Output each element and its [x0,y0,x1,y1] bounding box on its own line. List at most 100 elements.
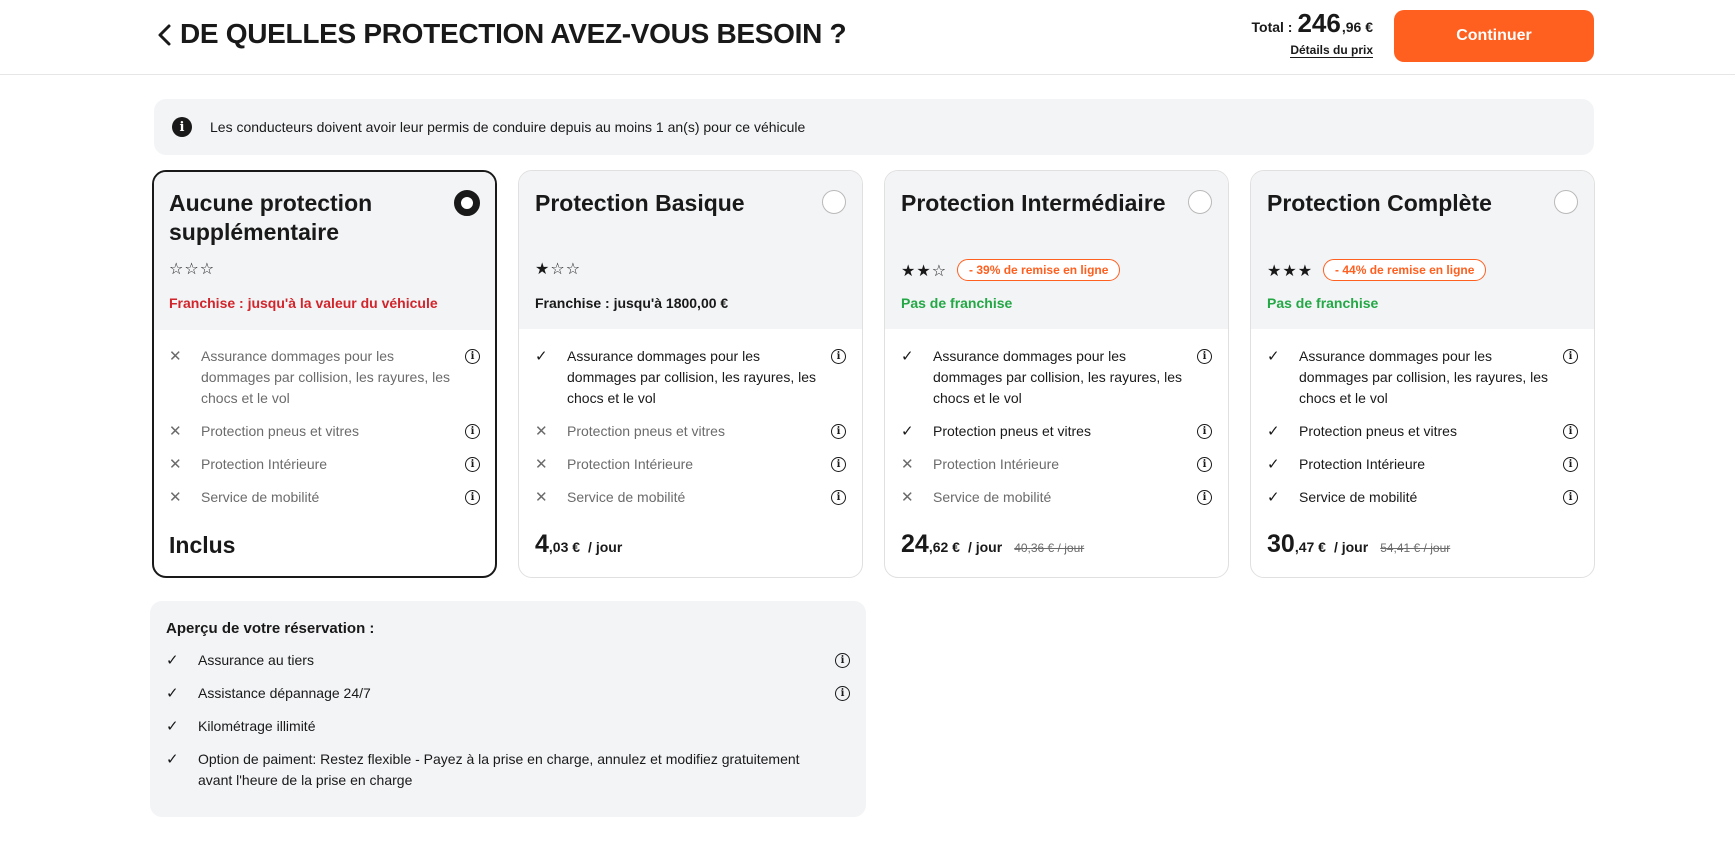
page-header: DE QUELLES PROTECTION AVEZ-VOUS BESOIN ?… [0,0,1735,75]
price-dec: ,03 € [548,539,581,555]
radio-button[interactable] [1188,190,1212,214]
info-icon[interactable]: i [465,349,480,364]
price-old: 40,36 € / jour [1014,541,1085,555]
info-icon[interactable]: i [835,653,850,668]
info-icon[interactable]: i [831,490,846,505]
feature-list: ✓ Assurance dommages pour les dommages p… [885,329,1228,508]
card-header: Aucune protection supplémentaire ☆☆☆ Fra… [154,172,495,330]
discount-badge: - 39% de remise en ligne [957,259,1121,281]
close-icon: ✕ [535,455,548,473]
info-icon[interactable]: i [831,424,846,439]
card-header: Protection Basique ★☆☆ Franchise : jusqu… [519,171,862,329]
feature-item: ✕ Protection Intérieure i [901,454,1212,475]
info-icon[interactable]: i [1563,424,1578,439]
info-icon[interactable]: i [831,457,846,472]
card-title: Protection Basique [535,190,745,216]
franchise-text: Pas de franchise [1267,295,1379,311]
card-title: Protection Intermédiaire [901,190,1166,216]
price-dec: ,47 € [1294,539,1326,555]
price-included: Inclus [169,532,236,558]
feature-item: ✓ Assurance dommages pour les dommages p… [1267,346,1578,409]
feature-text: Assurance dommages pour les dommages par… [1299,348,1548,406]
feature-text: Assurance dommages pour les dommages par… [201,348,450,406]
feature-text: Protection Intérieure [567,456,694,472]
check-icon: ✓ [166,717,179,735]
franchise-text: Pas de franchise [901,295,1013,311]
total-amount-dec: ,96 € [1341,19,1373,35]
info-icon[interactable]: i [1563,349,1578,364]
banner-text: Les conducteurs doivent avoir leur permi… [210,119,806,135]
feature-item: ✕ Service de mobilité i [169,487,480,508]
check-icon: ✓ [901,347,914,365]
price-unit: / jour [1333,539,1369,555]
price-dec: ,62 € [928,539,960,555]
info-icon[interactable]: i [465,490,480,505]
star-rating: ★★☆ [901,260,948,280]
close-icon: ✕ [901,455,914,473]
overview-text: Assistance dépannage 24/7 [198,685,371,701]
check-icon: ✓ [166,651,179,669]
check-icon: ✓ [1267,488,1280,506]
check-icon: ✓ [1267,422,1280,440]
card-header: Protection Intermédiaire ★★☆ - 39% de re… [885,171,1228,329]
price-unit: / jour [588,539,623,555]
check-icon: ✓ [166,684,179,702]
discount-badge: - 44% de remise en ligne [1323,259,1487,281]
feature-text: Service de mobilité [933,489,1052,505]
info-icon[interactable]: i [1197,349,1212,364]
feature-item: ✕ Protection Intérieure i [169,454,480,475]
total-price: Total : 246 ,96 € Détails du prix [1251,8,1373,59]
feature-text: Protection Intérieure [1299,456,1426,472]
overview-item: ✓ Option de paiment: Restez flexible - P… [166,749,850,791]
feature-item: ✓ Protection pneus et vitres i [901,421,1212,442]
price-details-link[interactable]: Détails du prix [1290,43,1373,58]
protection-card-none[interactable]: Aucune protection supplémentaire ☆☆☆ Fra… [152,170,497,578]
feature-list: ✕ Assurance dommages pour les dommages p… [154,330,495,508]
feature-item: ✓ Protection pneus et vitres i [1267,421,1578,442]
protection-card-basic[interactable]: Protection Basique ★☆☆ Franchise : jusqu… [518,170,863,578]
check-icon: ✓ [535,347,548,365]
franchise-text: Franchise : jusqu'à 1800,00 € [535,295,729,311]
feature-text: Assurance dommages pour les dommages par… [933,348,1182,406]
protection-card-complete[interactable]: Protection Complète ★★★ - 44% de remise … [1250,170,1595,578]
info-icon[interactable]: i [1197,490,1212,505]
info-icon[interactable]: i [835,686,850,701]
star-rating: ★★★ [1267,260,1314,280]
info-icon[interactable]: i [465,457,480,472]
feature-text: Protection Intérieure [933,456,1060,472]
franchise-text: Franchise : jusqu'à la valeur du véhicul… [169,295,438,311]
check-icon: ✓ [1267,455,1280,473]
feature-item: ✕ Assurance dommages pour les dommages p… [169,346,480,409]
reservation-overview: Aperçu de votre réservation : ✓ Assuranc… [150,601,866,817]
radio-button-selected[interactable] [454,190,480,216]
overview-item: ✓ Kilométrage illimité [166,716,850,737]
feature-text: Protection pneus et vitres [933,423,1091,439]
price-int: 24 [901,530,929,558]
info-icon[interactable]: i [465,424,480,439]
chevron-left-icon[interactable] [150,20,180,50]
page-title: DE QUELLES PROTECTION AVEZ-VOUS BESOIN ? [180,18,847,49]
protection-card-intermediate[interactable]: Protection Intermédiaire ★★☆ - 39% de re… [884,170,1229,578]
feature-text: Protection Intérieure [201,456,328,472]
feature-text: Service de mobilité [201,489,320,505]
radio-button[interactable] [822,190,846,214]
check-icon: ✓ [166,750,179,768]
info-icon[interactable]: i [1563,457,1578,472]
overview-item: ✓ Assistance dépannage 24/7 i [166,683,850,704]
card-price: Inclus [169,532,235,559]
close-icon: ✕ [169,455,182,473]
star-rating: ☆☆☆ [169,259,216,278]
info-icon[interactable]: i [1197,457,1212,472]
check-icon: ✓ [901,422,914,440]
feature-list: ✓ Assurance dommages pour les dommages p… [1251,329,1594,508]
feature-item: ✕ Protection Intérieure i [535,454,846,475]
info-icon[interactable]: i [831,349,846,364]
info-icon[interactable]: i [1197,424,1212,439]
price-int: 30 [1267,530,1295,558]
radio-button[interactable] [1554,190,1578,214]
info-icon[interactable]: i [1563,490,1578,505]
price-int: 4 [535,530,549,558]
total-label: Total : [1251,19,1293,35]
overview-item: ✓ Assurance au tiers i [166,650,850,671]
continue-button[interactable]: Continuer [1394,10,1594,62]
